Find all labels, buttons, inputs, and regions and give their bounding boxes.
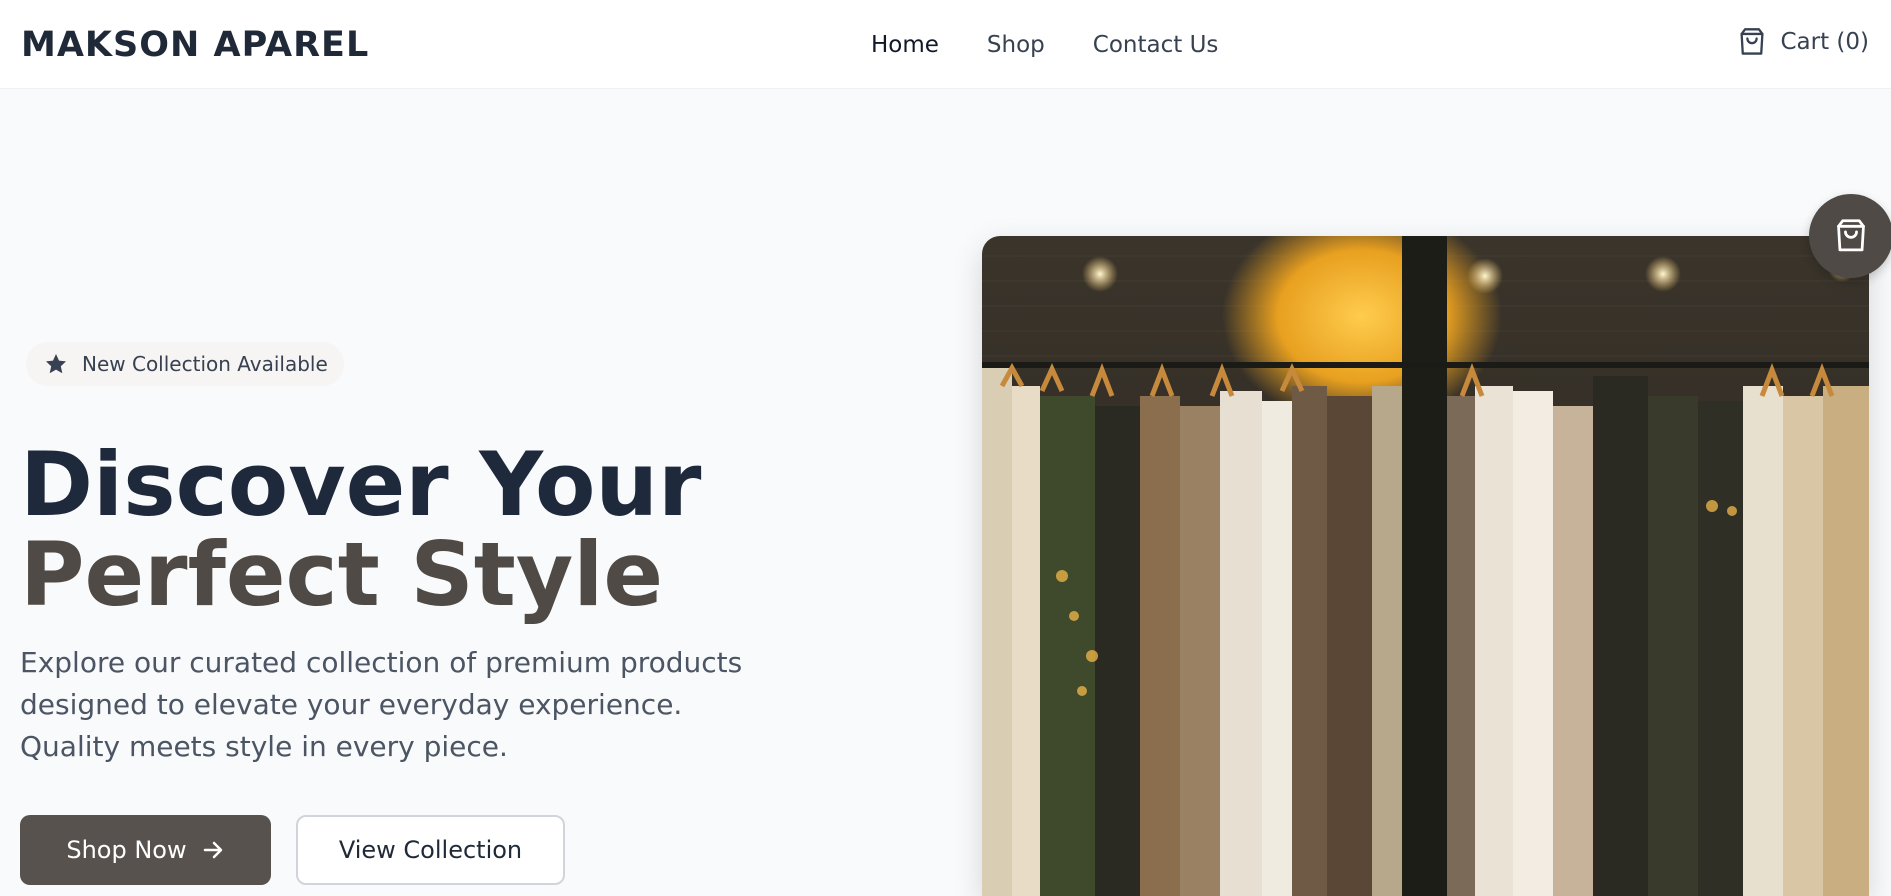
nav-home[interactable]: Home — [871, 29, 939, 61]
nav-contact[interactable]: Contact Us — [1093, 29, 1219, 61]
badge-text: New Collection Available — [82, 352, 328, 376]
nav-shop[interactable]: Shop — [987, 29, 1045, 61]
cart-label: Cart (0) — [1780, 29, 1869, 55]
view-collection-button[interactable]: View Collection — [296, 815, 565, 885]
brand-logo[interactable]: MAKSON APAREL — [21, 24, 369, 66]
site-header: MAKSON APAREL Home Shop Contact Us Cart … — [0, 0, 1891, 89]
clothing-rack-illustration — [982, 236, 1869, 896]
new-collection-badge: New Collection Available — [26, 342, 344, 386]
shop-now-button[interactable]: Shop Now — [20, 815, 271, 885]
hero-title-line1: Discover Your — [20, 433, 702, 536]
hero-title: Discover Your Perfect Style — [20, 440, 780, 620]
star-icon — [46, 354, 66, 374]
shopping-bag-icon — [1740, 28, 1765, 55]
arrow-right-icon — [203, 841, 222, 859]
clothing-rack-photo — [982, 236, 1869, 896]
hero-title-line2: Perfect Style — [20, 523, 664, 626]
cart-link[interactable]: Cart (0) — [1738, 27, 1869, 57]
shop-now-label: Shop Now — [66, 836, 187, 864]
view-collection-label: View Collection — [338, 836, 523, 864]
floating-cart-button[interactable] — [1809, 194, 1891, 278]
main-nav: Home Shop Contact Us — [871, 29, 1266, 61]
shopping-bag-icon — [1837, 219, 1865, 252]
hero-description: Explore our curated collection of premiu… — [20, 646, 743, 763]
